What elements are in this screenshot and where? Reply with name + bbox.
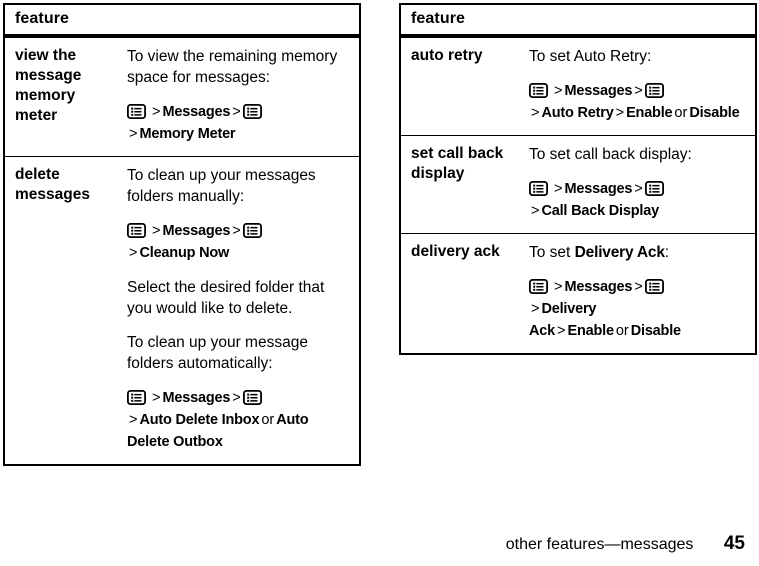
menu-path-separator: > <box>152 223 161 239</box>
feature-name-cell: delete messages <box>15 166 90 203</box>
text-run: : <box>664 244 670 261</box>
menu-path-item: Memory Meter <box>139 126 236 142</box>
menu-navigation-path: > Messages > > Cleanup Now <box>127 220 351 264</box>
menu-path-item: Cleanup Now <box>139 245 230 261</box>
feature-table-left: feature view the message memory meter To … <box>3 3 361 466</box>
menu-path-separator: > <box>554 279 563 295</box>
menu-key-icon <box>242 223 262 238</box>
menu-navigation-path: > Messages > > Delivery Ack > Enable or Disable <box>529 276 747 342</box>
menu-path-separator: > <box>129 126 138 142</box>
menu-key-icon <box>127 104 146 119</box>
feature-description-cell: To set Auto Retry: > Messages > > Auto Retr… <box>529 38 755 135</box>
table-body-right: auto retry To set Auto Retry: > Messages > … <box>401 38 755 353</box>
description-paragraph: To set Delivery Ack: <box>529 242 747 263</box>
menu-path-separator: > <box>232 390 241 406</box>
feature-description-cell: To view the remaining memory space for m… <box>127 38 359 156</box>
menu-path-separator: > <box>531 203 540 219</box>
menu-key-icon <box>644 83 664 98</box>
menu-path-item: Messages <box>564 279 633 295</box>
menu-path-separator: > <box>152 390 161 406</box>
menu-path-item: Messages <box>162 390 231 406</box>
menu-navigation-path: > Messages > > Auto Retry > Enable or Disable <box>529 80 747 124</box>
description-paragraph: To set Auto Retry: <box>529 48 652 65</box>
table-header-left: feature <box>5 5 359 38</box>
menu-path-separator: > <box>152 104 161 120</box>
table-header-right: feature <box>401 5 755 38</box>
feature-row: set call back display To set call back di… <box>401 135 755 233</box>
menu-path-item: Messages <box>564 83 633 99</box>
menu-path-item: Messages <box>162 104 231 120</box>
menu-key-icon <box>127 390 146 405</box>
menu-path-separator: > <box>232 104 241 120</box>
column-header-feature: feature <box>15 10 70 27</box>
menu-key-icon <box>644 181 664 196</box>
feature-row: delete messages To clean up your messages… <box>5 156 359 464</box>
menu-key-icon <box>242 390 262 405</box>
description-paragraph: To set call back display: <box>529 146 692 163</box>
menu-path-item: Disable <box>689 105 740 121</box>
menu-key-icon <box>529 83 548 98</box>
feature-description-cell: To set Delivery Ack: > Messages > > Deliver… <box>529 234 755 353</box>
feature-row: auto retry To set Auto Retry: > Messages > … <box>401 38 755 135</box>
menu-path-or: or <box>261 412 275 428</box>
menu-navigation-path: > Messages > > Call Back Display <box>529 178 747 222</box>
menu-key-icon <box>529 181 548 196</box>
menu-path-separator: > <box>554 83 563 99</box>
menu-path-separator: > <box>634 279 643 295</box>
menu-key-icon <box>529 279 548 294</box>
feature-table-right: feature auto retry To set Auto Retry: > Me… <box>399 3 757 355</box>
feature-name-cell: auto retry <box>411 47 483 64</box>
menu-path-or: or <box>674 105 688 121</box>
menu-path-separator: > <box>129 412 138 428</box>
footer-section-title: other features—messages <box>505 536 694 553</box>
menu-path-item: Enable <box>567 323 614 339</box>
table-body-left: view the message memory meter To view the… <box>5 38 359 464</box>
menu-path-separator: > <box>557 323 566 339</box>
setting-name: Delivery Ack <box>574 244 665 261</box>
menu-key-icon <box>242 104 262 119</box>
description-paragraph: To clean up your message folders automat… <box>127 334 308 372</box>
menu-path-separator: > <box>615 105 625 121</box>
feature-name-cell: set call back display <box>411 145 504 182</box>
column-header-feature: feature <box>411 10 466 27</box>
feature-name-cell: delivery ack <box>411 243 500 260</box>
feature-row: delivery ack To set Delivery Ack: > Messag… <box>401 233 755 353</box>
menu-navigation-path: > Messages > > Auto Delete Inbox or Auto Dele… <box>127 387 351 453</box>
page-footer: other features—messages 45 <box>0 533 745 556</box>
menu-key-icon <box>644 279 664 294</box>
menu-path-item: Auto Delete Inbox <box>139 412 260 428</box>
menu-path-item: Call Back Display <box>541 203 659 219</box>
menu-navigation-path: > Messages > > Memory Meter <box>127 101 351 145</box>
menu-path-or: or <box>615 323 629 339</box>
description-paragraph: To clean up your messages folders manual… <box>127 167 316 205</box>
menu-key-icon <box>127 223 146 238</box>
menu-path-separator: > <box>634 83 643 99</box>
menu-path-separator: > <box>554 181 563 197</box>
description-paragraph: To view the remaining memory space for m… <box>127 48 338 86</box>
menu-path-separator: > <box>129 245 138 261</box>
menu-path-item: Messages <box>162 223 231 239</box>
feature-description-cell: To set call back display: > Messages > > Ca… <box>529 136 755 233</box>
feature-row: view the message memory meter To view the… <box>5 38 359 156</box>
text-run: To set <box>529 244 575 261</box>
feature-description-cell: To clean up your messages folders manual… <box>127 157 359 464</box>
description-paragraph: Select the desired folder that you would… <box>127 279 325 317</box>
feature-name-cell: view the message memory meter <box>15 47 82 124</box>
menu-path-separator: > <box>531 105 540 121</box>
menu-path-item: Messages <box>564 181 633 197</box>
menu-path-item: Enable <box>626 105 673 121</box>
menu-path-separator: > <box>634 181 643 197</box>
footer-page-number: 45 <box>723 533 745 554</box>
menu-path-separator: > <box>531 301 540 317</box>
menu-path-item: Auto Retry <box>541 105 614 121</box>
menu-path-separator: > <box>232 223 241 239</box>
menu-path-item: Disable <box>630 323 681 339</box>
